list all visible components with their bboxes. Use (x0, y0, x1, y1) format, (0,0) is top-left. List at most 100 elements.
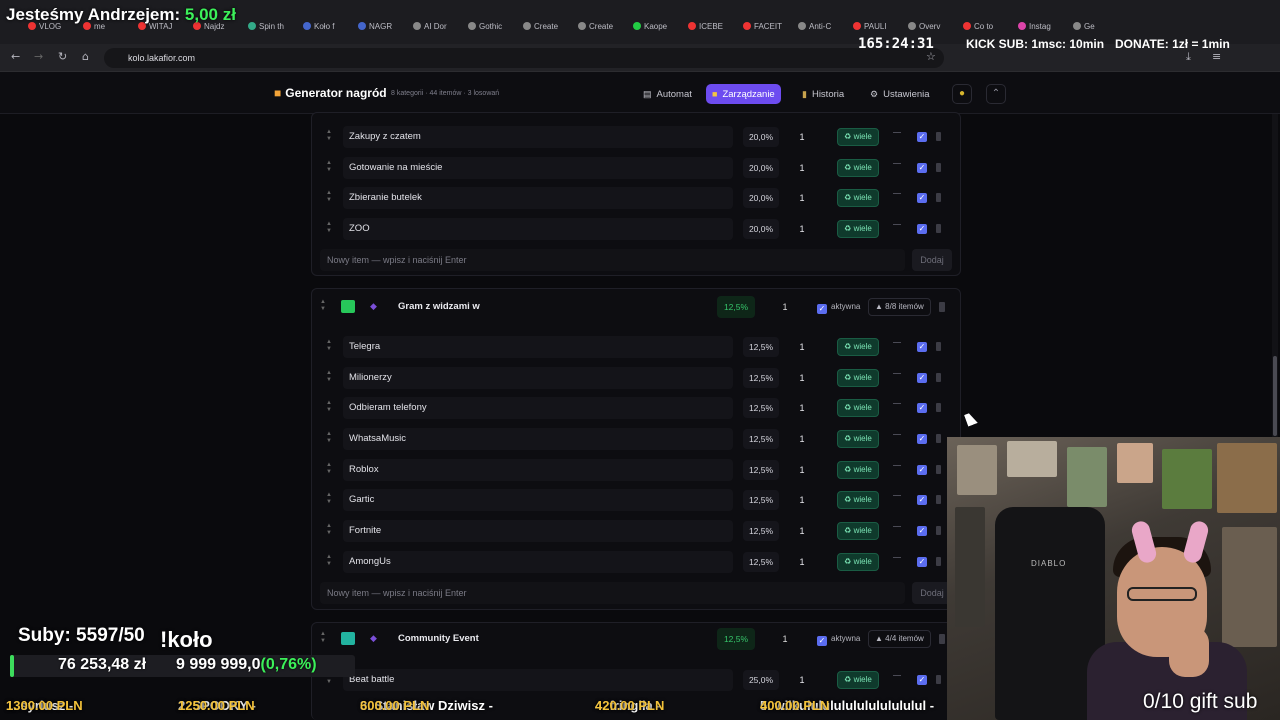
item-quantity[interactable]: 1 (787, 368, 817, 388)
new-item-input[interactable]: Nowy item — wpisz i naciśnij Enter (320, 582, 905, 604)
item-active-checkbox[interactable]: ✓ (917, 163, 927, 173)
item-quantity[interactable]: 1 (787, 337, 817, 357)
browser-tab[interactable]: Create (578, 22, 630, 38)
category-active-toggle[interactable]: ✓ aktywna (817, 634, 860, 646)
trash-icon[interactable] (936, 557, 941, 566)
item-name-field[interactable]: Roblox (343, 459, 733, 481)
browser-tab[interactable]: FACEIT (743, 22, 795, 38)
drag-handle-icon[interactable]: ▲▼ (326, 190, 332, 206)
item-name-field[interactable]: Zbieranie butelek (343, 187, 733, 209)
item-name-field[interactable]: Fortnite (343, 520, 733, 542)
item-quantity[interactable]: 1 (787, 429, 817, 449)
item-active-checkbox[interactable]: ✓ (917, 342, 927, 352)
item-quantity[interactable]: 1 (787, 219, 817, 239)
trash-icon[interactable] (936, 224, 941, 233)
item-active-checkbox[interactable]: ✓ (917, 495, 927, 505)
trash-icon[interactable] (936, 403, 941, 412)
item-quantity[interactable]: 1 (787, 521, 817, 541)
browser-tab[interactable]: Instag (1018, 22, 1070, 38)
item-quantity[interactable]: 1 (787, 158, 817, 178)
trash-icon[interactable] (936, 675, 941, 684)
trash-icon[interactable] (936, 342, 941, 351)
drag-handle-icon[interactable]: ▲▼ (320, 299, 326, 315)
drag-handle-icon[interactable]: ▲▼ (326, 160, 332, 176)
category-name[interactable]: Gram z widzami w (398, 296, 713, 318)
multi-button[interactable]: ♻ wiele (837, 522, 879, 540)
tab-historia[interactable]: ▮ Historia (796, 84, 850, 104)
forward-icon[interactable]: → (34, 50, 43, 63)
trash-icon[interactable] (936, 132, 941, 141)
browser-tab[interactable]: ICEBE (688, 22, 740, 38)
browser-tab[interactable]: Anti-C (798, 22, 850, 38)
tab-ustawienia[interactable]: ⚙ Ustawienia (864, 84, 936, 104)
trash-icon[interactable] (936, 526, 941, 535)
trash-icon[interactable] (936, 495, 941, 504)
add-item-button[interactable]: Dodaj (912, 582, 952, 604)
item-quantity[interactable]: 1 (787, 552, 817, 572)
add-item-button[interactable]: Dodaj (912, 249, 952, 271)
item-active-checkbox[interactable]: ✓ (917, 373, 927, 383)
drag-handle-icon[interactable]: ▲▼ (326, 370, 332, 386)
category-color-swatch[interactable] (341, 300, 355, 313)
item-name-field[interactable]: WhatsaMusic (343, 428, 733, 450)
multi-button[interactable]: ♻ wiele (837, 461, 879, 479)
category-item-count[interactable]: ▲ 8/8 itemów (868, 298, 931, 316)
multi-button[interactable]: ♻ wiele (837, 128, 879, 146)
trash-icon[interactable] (936, 373, 941, 382)
item-name-field[interactable]: Telegra (343, 336, 733, 358)
drag-handle-icon[interactable]: ▲▼ (326, 492, 332, 508)
browser-tab[interactable]: Kaope (633, 22, 685, 38)
item-name-field[interactable]: Milionerzy (343, 367, 733, 389)
drag-handle-icon[interactable]: ▲▼ (326, 554, 332, 570)
browser-tab[interactable]: Gothic (468, 22, 520, 38)
back-icon[interactable]: ← (11, 50, 20, 63)
item-active-checkbox[interactable]: ✓ (917, 526, 927, 536)
collapse-button[interactable]: ⌃ (986, 84, 1006, 104)
category-quantity[interactable]: 1 (770, 628, 800, 650)
tab-zarzadzanie[interactable]: ■ Zarządzanie (706, 84, 781, 104)
item-quantity[interactable]: 1 (787, 127, 817, 147)
item-name-field[interactable]: Odbieram telefony (343, 397, 733, 419)
multi-button[interactable]: ♻ wiele (837, 553, 879, 571)
drag-handle-icon[interactable]: ▲▼ (326, 431, 332, 447)
trash-icon[interactable] (936, 434, 941, 443)
item-active-checkbox[interactable]: ✓ (917, 193, 927, 203)
item-name-field[interactable]: Zakupy z czatem (343, 126, 733, 148)
trash-icon[interactable] (936, 465, 941, 474)
item-quantity[interactable]: 1 (787, 490, 817, 510)
category-quantity[interactable]: 1 (770, 296, 800, 318)
browser-tab[interactable]: AI Dor (413, 22, 465, 38)
drag-handle-icon[interactable]: ▲▼ (326, 462, 332, 478)
drag-handle-icon[interactable]: ▲▼ (326, 339, 332, 355)
item-active-checkbox[interactable]: ✓ (917, 132, 927, 142)
multi-button[interactable]: ♻ wiele (837, 399, 879, 417)
category-color-swatch[interactable] (341, 632, 355, 645)
new-item-input[interactable]: Nowy item — wpisz i naciśnij Enter (320, 249, 905, 271)
category-name[interactable]: Community Event (398, 628, 713, 650)
category-active-toggle[interactable]: ✓ aktywna (817, 302, 860, 314)
item-active-checkbox[interactable]: ✓ (917, 465, 927, 475)
trash-icon[interactable] (939, 634, 945, 644)
scrollbar-thumb[interactable] (1273, 356, 1277, 436)
item-active-checkbox[interactable]: ✓ (917, 434, 927, 444)
item-quantity[interactable]: 1 (787, 460, 817, 480)
item-active-checkbox[interactable]: ✓ (917, 675, 927, 685)
home-icon[interactable]: ⌂ (82, 50, 89, 63)
item-name-field[interactable]: AmongUs (343, 551, 733, 573)
multi-button[interactable]: ♻ wiele (837, 491, 879, 509)
item-active-checkbox[interactable]: ✓ (917, 224, 927, 234)
multi-button[interactable]: ♻ wiele (837, 338, 879, 356)
drag-handle-icon[interactable]: ▲▼ (326, 523, 332, 539)
item-quantity[interactable]: 1 (787, 670, 817, 690)
drag-handle-icon[interactable]: ▲▼ (326, 129, 332, 145)
multi-button[interactable]: ♻ wiele (837, 369, 879, 387)
lightbulb-button[interactable]: ● (952, 84, 972, 104)
item-active-checkbox[interactable]: ✓ (917, 403, 927, 413)
menu-icon[interactable]: ≡ (1212, 50, 1221, 63)
item-quantity[interactable]: 1 (787, 398, 817, 418)
browser-tab[interactable]: Koło f (303, 22, 355, 38)
browser-tab[interactable]: Ge (1073, 22, 1125, 38)
multi-button[interactable]: ♻ wiele (837, 430, 879, 448)
item-name-field[interactable]: Gotowanie na mieście (343, 157, 733, 179)
trash-icon[interactable] (936, 193, 941, 202)
